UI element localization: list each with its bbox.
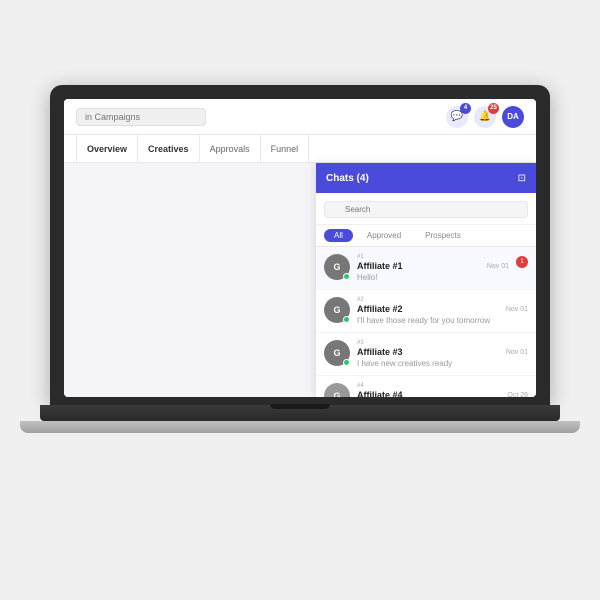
chat-badge: 4 xyxy=(460,103,471,114)
expand-icon[interactable]: ⊡ xyxy=(518,173,526,184)
filter-all[interactable]: All xyxy=(324,229,353,242)
unread-badge: 1 xyxy=(516,256,528,268)
avatar: G xyxy=(324,340,350,366)
laptop-bottom xyxy=(20,421,580,433)
chat-search-input[interactable] xyxy=(324,201,528,218)
chat-name-row: Affiliate #1 Nov 01 xyxy=(357,261,509,271)
app-container: 💬 4 🔔 25 DA Overview xyxy=(64,99,536,397)
laptop-shell: 💬 4 🔔 25 DA Overview xyxy=(50,85,550,515)
chat-name-row: Affiliate #4 Oct 26 xyxy=(357,390,528,397)
chat-name-row: Affiliate #2 Nov 01 xyxy=(357,304,528,314)
tab-creatives[interactable]: Creatives xyxy=(138,135,200,162)
chat-search-wrap: 🔍 xyxy=(316,193,536,225)
chat-filter-tabs: All Approved Prospects xyxy=(316,225,536,247)
online-dot xyxy=(343,273,350,280)
chat-icon-wrap[interactable]: 💬 4 xyxy=(446,106,468,128)
chat-info: #3 Affiliate #3 Nov 01 I have new creati… xyxy=(357,340,528,368)
campaign-search[interactable] xyxy=(76,108,206,126)
chat-name: Affiliate #1 xyxy=(357,261,403,271)
filter-approved[interactable]: Approved xyxy=(357,229,411,242)
main-content: Chats (4) ⊡ 🔍 xyxy=(64,163,536,397)
screen-bezel: 💬 4 🔔 25 DA Overview xyxy=(50,85,550,405)
online-dot xyxy=(343,359,350,366)
chat-preview: Hello! xyxy=(357,273,509,282)
header-icons: 💬 4 🔔 25 DA xyxy=(446,106,524,128)
chat-time: Nov 01 xyxy=(506,306,528,313)
chat-name: Affiliate #2 xyxy=(357,304,403,314)
chat-item[interactable]: G #2 Affiliate #2 Nov 01 I'll hav xyxy=(316,290,536,333)
bell-badge: 25 xyxy=(488,103,499,114)
nav-tabs: Overview Creatives Approvals Funnel xyxy=(64,135,536,163)
chat-id: #2 xyxy=(357,297,528,303)
avatar: G xyxy=(324,297,350,323)
chat-item[interactable]: G #3 Affiliate #3 Nov 01 I have n xyxy=(316,333,536,376)
search-inner: 🔍 xyxy=(324,199,528,218)
app-header: 💬 4 🔔 25 DA xyxy=(64,99,536,135)
chat-item[interactable]: G #1 Affiliate #1 Nov 01 Hello! xyxy=(316,247,536,290)
chat-list: G #1 Affiliate #1 Nov 01 Hello! xyxy=(316,247,536,397)
chat-name: Affiliate #4 xyxy=(357,390,403,397)
chat-info: #4 Affiliate #4 Oct 26 How are the new a… xyxy=(357,383,528,397)
chat-info: #2 Affiliate #2 Nov 01 I'll have those r… xyxy=(357,297,528,325)
online-dot xyxy=(343,316,350,323)
chat-preview: I'll have those ready for you tomorrow xyxy=(357,316,528,325)
laptop-notch xyxy=(270,404,330,409)
chat-panel: Chats (4) ⊡ 🔍 xyxy=(316,163,536,397)
chat-preview: I have new creatives ready xyxy=(357,359,528,368)
chat-item[interactable]: G #4 Affiliate #4 Oct 26 How are the new… xyxy=(316,376,536,397)
chat-time: Nov 01 xyxy=(506,349,528,356)
avatar[interactable]: DA xyxy=(502,106,524,128)
chat-time: Nov 01 xyxy=(487,263,509,270)
bell-icon-wrap[interactable]: 🔔 25 xyxy=(474,106,496,128)
filter-prospects[interactable]: Prospects xyxy=(415,229,471,242)
tab-approvals[interactable]: Approvals xyxy=(200,135,261,162)
chat-name-row: Affiliate #3 Nov 01 xyxy=(357,347,528,357)
laptop-base xyxy=(40,405,560,421)
chat-info: #1 Affiliate #1 Nov 01 Hello! xyxy=(357,254,509,282)
tab-funnel[interactable]: Funnel xyxy=(261,135,310,162)
avatar: G xyxy=(324,383,350,397)
chat-id: #3 xyxy=(357,340,528,346)
chat-id: #1 xyxy=(357,254,509,260)
chat-panel-title: Chats (4) xyxy=(326,173,369,184)
chat-header: Chats (4) ⊡ xyxy=(316,163,536,193)
laptop-screen: 💬 4 🔔 25 DA Overview xyxy=(64,99,536,397)
chat-name: Affiliate #3 xyxy=(357,347,403,357)
avatar: G xyxy=(324,254,350,280)
tab-overview[interactable]: Overview xyxy=(76,135,138,162)
chat-time: Oct 26 xyxy=(507,392,528,398)
chat-id: #4 xyxy=(357,383,528,389)
